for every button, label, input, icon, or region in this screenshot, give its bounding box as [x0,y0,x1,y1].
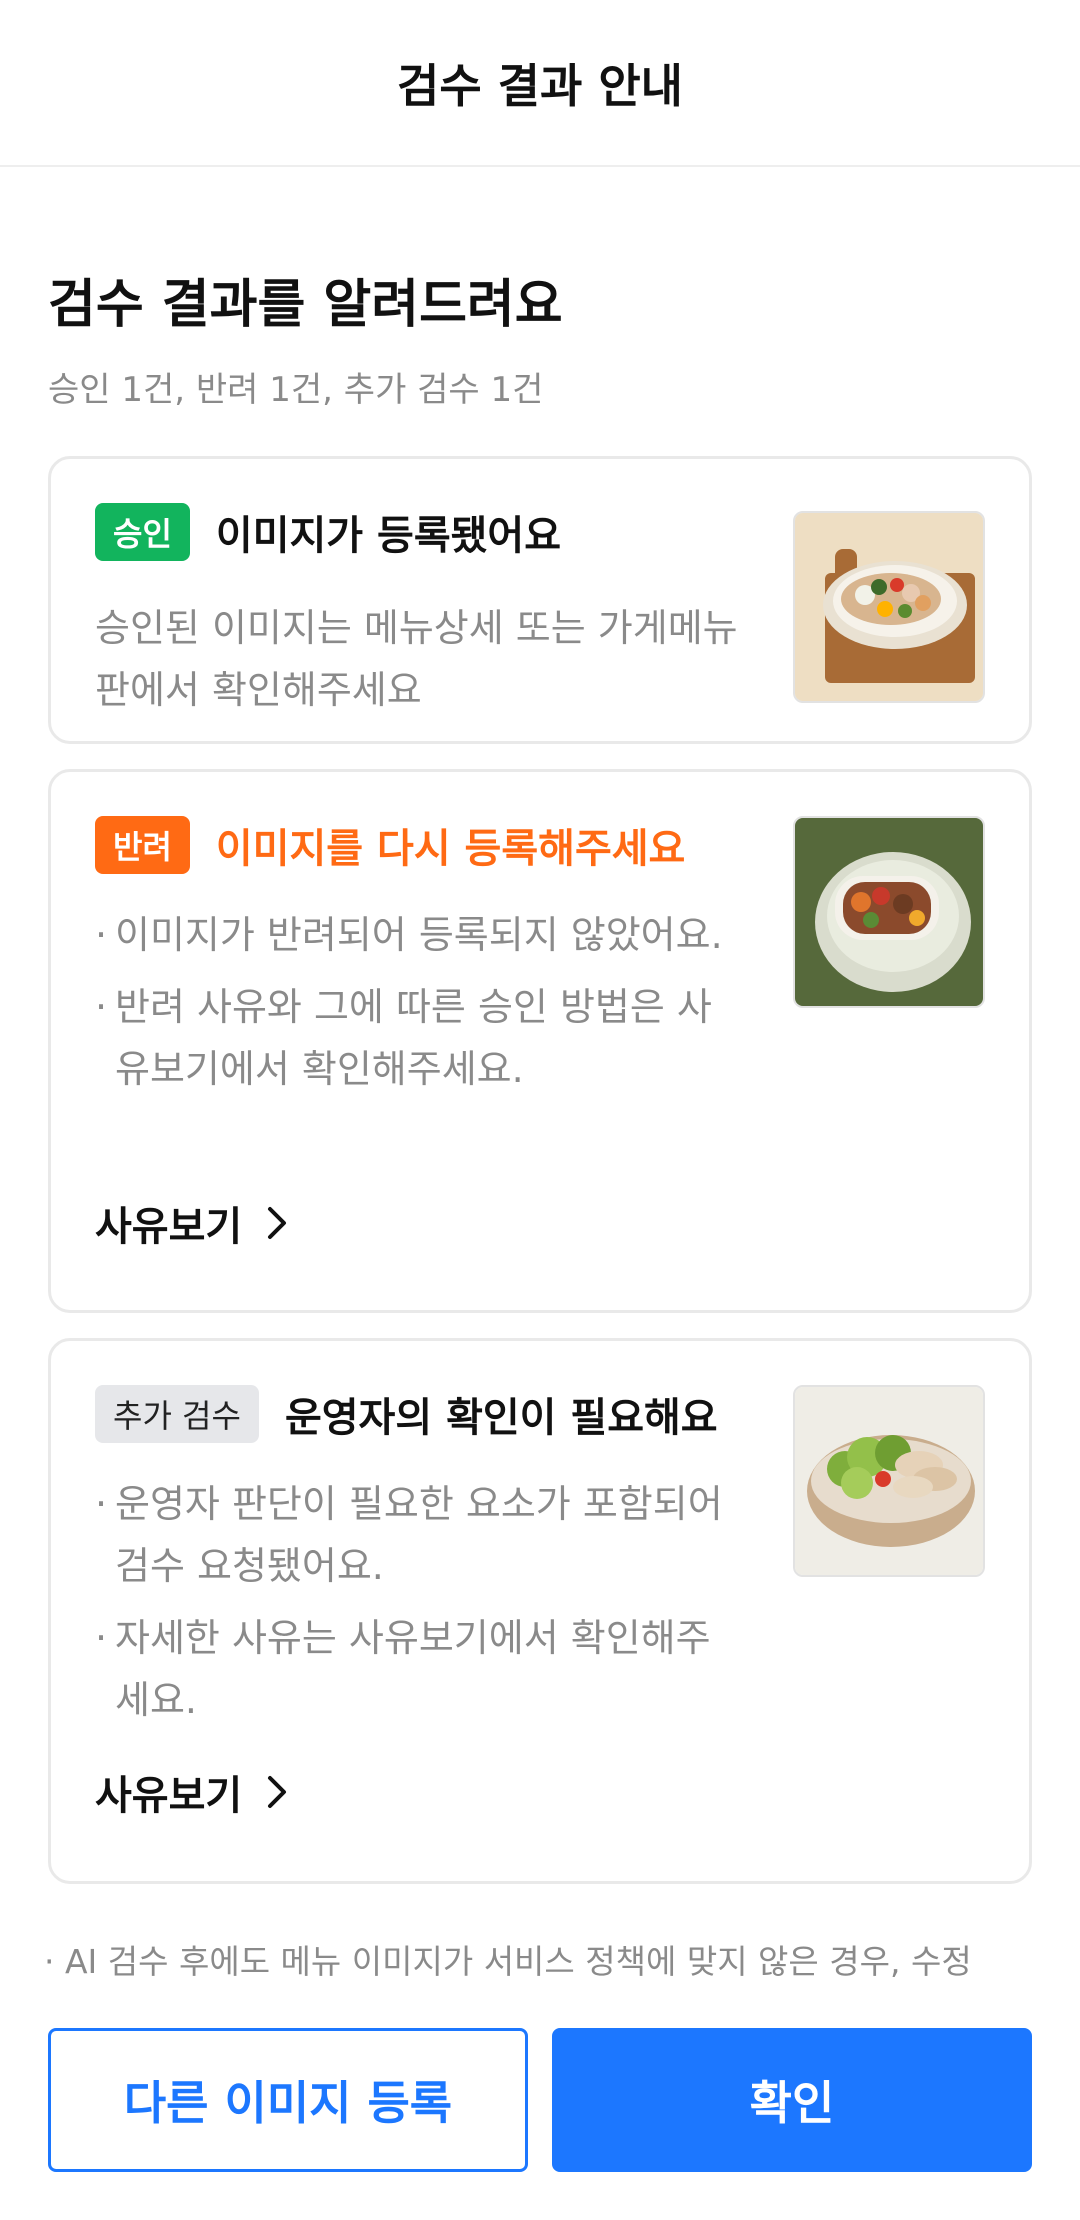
policy-notice: · AI 검수 후에도 메뉴 이미지가 서비스 정책에 맞지 않은 경우, 수정 [44,1935,1044,1983]
chevron-right-icon [268,1776,287,1808]
additional-review-card: 추가 검수 운영자의 확인이 필요해요 운영자 판단이 필요한 요소가 포함되어… [48,1338,1032,1884]
card-title: 운영자의 확인이 필요해요 [284,1395,718,1441]
notice-bullet: · [44,1942,65,1981]
menu-image-thumbnail [793,816,985,1008]
card-header: 추가 검수 운영자의 확인이 필요해요 [95,1385,718,1443]
food-plate-green-background-photo [795,818,983,1006]
card-title: 이미지를 다시 등록해주세요 [215,826,686,872]
approved-result-card: 승인 이미지가 등록됐어요 승인된 이미지는 메뉴상세 또는 가게메뉴판에서 확… [48,456,1032,744]
green-salad-bowl-photo [795,1387,983,1575]
result-heading: 검수 결과를 알려드려요 [48,275,563,335]
top-app-bar: 검수 결과 안내 [0,0,1080,167]
register-other-image-button[interactable]: 다른 이미지 등록 [48,2028,528,2172]
card-header: 승인 이미지가 등록됐어요 [95,503,561,561]
rejected-badge: 반려 [95,816,190,874]
card-header: 반려 이미지를 다시 등록해주세요 [95,816,685,874]
chevron-right-icon [268,1207,287,1239]
view-reason-button[interactable]: 사유보기 [95,1194,292,1252]
approved-badge: 승인 [95,503,190,561]
review-reason-list: 운영자 판단이 필요한 요소가 포함되어 검수 요청됐어요. 자세한 사유는 사… [95,1473,745,1741]
list-item: 이미지가 반려되어 등록되지 않았어요. [95,904,745,966]
page-title: 검수 결과 안내 [397,58,683,113]
rejected-reason-list: 이미지가 반려되어 등록되지 않았어요. 반려 사유와 그에 따른 승인 방법은… [95,904,745,1110]
review-badge: 추가 검수 [95,1385,259,1443]
menu-image-thumbnail [793,1385,985,1577]
list-item: 운영자 판단이 필요한 요소가 포함되어 검수 요청됐어요. [95,1473,745,1597]
salad-bowl-on-board-photo [795,513,983,701]
card-description: 승인된 이미지는 메뉴상세 또는 가게메뉴판에서 확인해주세요 [95,606,738,712]
rejected-result-card: 반려 이미지를 다시 등록해주세요 이미지가 반려되어 등록되지 않았어요. 반… [48,769,1032,1313]
card-title: 이미지가 등록됐어요 [215,513,562,559]
menu-image-thumbnail [793,511,985,703]
list-item: 자세한 사유는 사유보기에서 확인해주세요. [95,1607,745,1731]
notice-text: AI 검수 후에도 메뉴 이미지가 서비스 정책에 맞지 않은 경우, 수정 [64,1942,972,1981]
list-item: 반려 사유와 그에 따른 승인 방법은 사유보기에서 확인해주세요. [95,976,745,1100]
view-reason-button[interactable]: 사유보기 [95,1763,292,1821]
view-reason-label: 사유보기 [95,1204,243,1250]
confirm-button[interactable]: 확인 [552,2028,1032,2172]
view-reason-label: 사유보기 [95,1773,243,1819]
result-summary: 승인 1건, 반려 1건, 추가 검수 1건 [48,370,544,410]
